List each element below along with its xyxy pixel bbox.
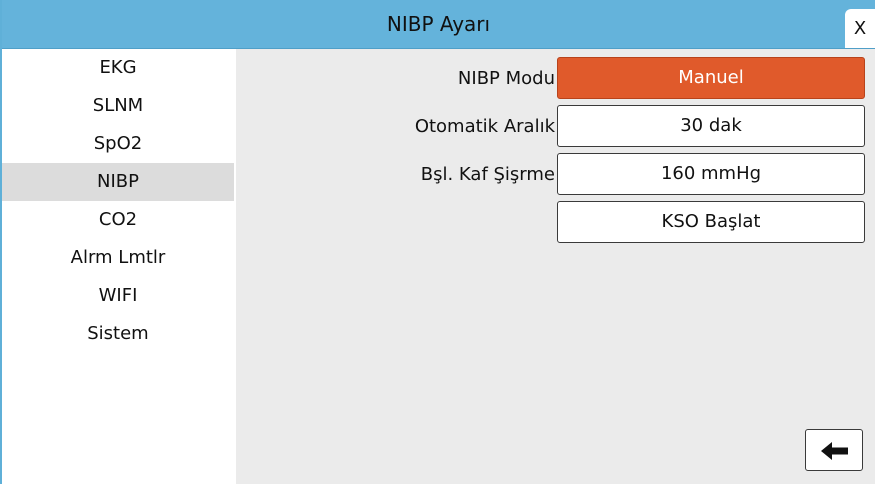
window-title: NIBP Ayarı <box>386 12 491 36</box>
sidebar-item-ekg[interactable]: EKG <box>2 49 234 87</box>
initial-inflation-select[interactable]: 160 mmHg <box>557 153 865 195</box>
title-bar: NIBP Ayarı X <box>2 0 875 49</box>
kso-row: KSO Başlat <box>236 201 875 245</box>
back-button[interactable] <box>805 429 863 471</box>
sidebar-item-nibp[interactable]: NIBP <box>2 163 234 201</box>
nibp-mode-row: NIBP Modu Manuel <box>236 57 875 101</box>
auto-interval-select[interactable]: 30 dak <box>557 105 865 147</box>
nibp-mode-select[interactable]: Manuel <box>557 57 865 99</box>
nibp-mode-label: NIBP Modu <box>457 68 555 89</box>
sidebar-item-system[interactable]: Sistem <box>2 315 234 353</box>
auto-interval-row: Otomatik Aralık 30 dak <box>236 105 875 149</box>
initial-inflation-row: Bşl. Kaf Şişrme 160 mmHg <box>236 153 875 197</box>
initial-inflation-label: Bşl. Kaf Şişrme <box>420 164 555 185</box>
sidebar-item-slnm[interactable]: SLNM <box>2 87 234 125</box>
settings-panel: NIBP Modu Manuel Otomatik Aralık 30 dak … <box>236 49 875 484</box>
sidebar-item-co2[interactable]: CO2 <box>2 201 234 239</box>
settings-sidebar: EKG SLNM SpO2 NIBP CO2 Alrm Lmtlr WIFI S… <box>2 49 234 484</box>
arrow-left-icon <box>821 442 848 460</box>
sidebar-item-wifi[interactable]: WIFI <box>2 277 234 315</box>
sidebar-item-alarm-limits[interactable]: Alrm Lmtlr <box>2 239 234 277</box>
close-button[interactable]: X <box>845 9 875 48</box>
nibp-settings-window: NIBP Ayarı X EKG SLNM SpO2 NIBP CO2 Alrm… <box>0 0 875 484</box>
kso-start-button[interactable]: KSO Başlat <box>557 201 865 243</box>
sidebar-item-spo2[interactable]: SpO2 <box>2 125 234 163</box>
auto-interval-label: Otomatik Aralık <box>414 116 555 137</box>
